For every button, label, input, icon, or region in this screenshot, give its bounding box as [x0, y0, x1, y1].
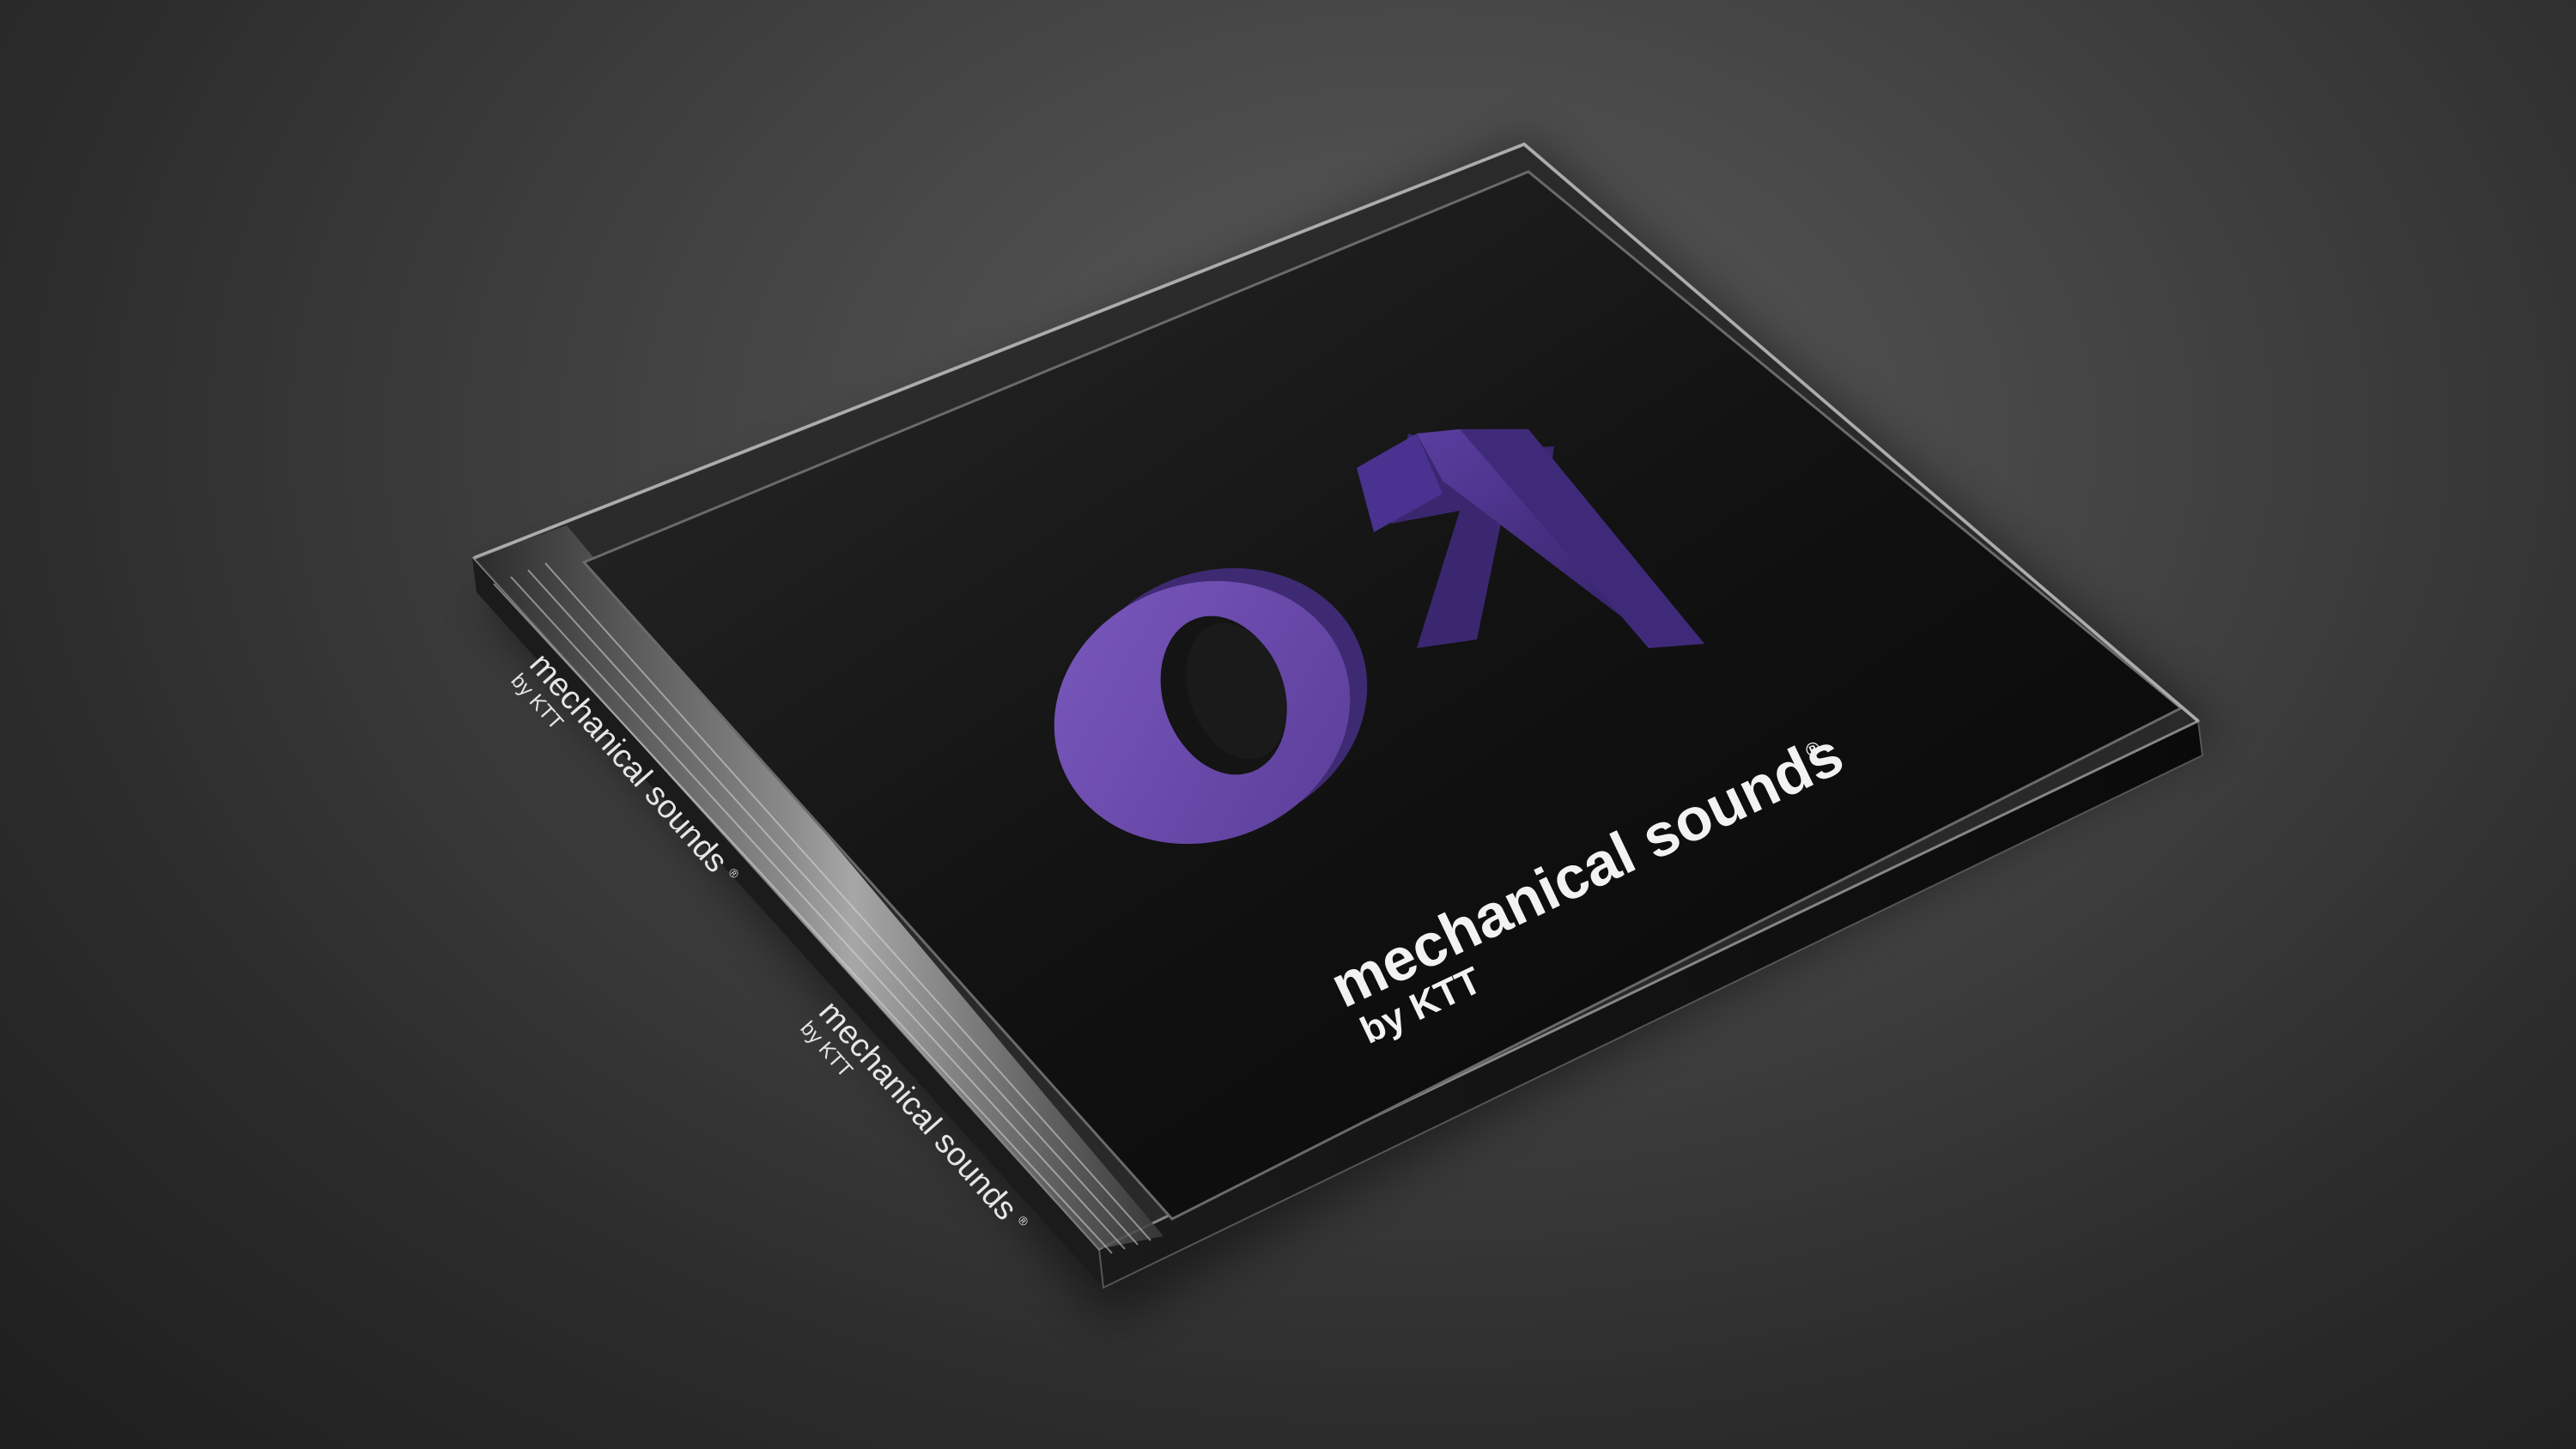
- jewel-case-illustration: mechanical sounds ® by KTT mechanical so…: [471, 142, 2215, 1322]
- jewel-case-scene: mechanical sounds ® by KTT mechanical so…: [0, 0, 2576, 1449]
